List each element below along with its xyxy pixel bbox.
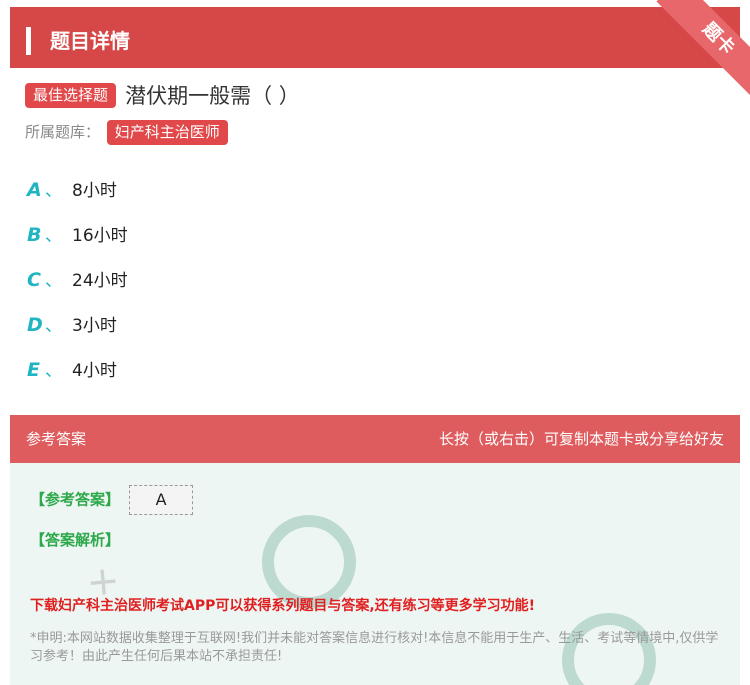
question-type-tag: 最佳选择题 <box>25 82 117 108</box>
share-hint: 长按（或右击）可复制本题卡或分享给好友 <box>438 430 724 448</box>
disclaimer-text: *申明:本网站数据收集整理于互联网!我们并未能对答案信息进行核对!本信息不能用于… <box>30 631 719 664</box>
option-text: 4小时 <box>72 361 117 381</box>
analysis-row: 【答案解析】 <box>30 529 120 550</box>
question-row: 最佳选择题 潜伏期一般需（ ） <box>25 80 300 108</box>
reference-answer-value: A <box>129 485 194 515</box>
option-separator: 、 <box>45 316 62 336</box>
option-d[interactable]: D、 3小时 <box>27 311 117 336</box>
option-text: 16小时 <box>72 226 128 246</box>
option-letter: D <box>27 314 43 336</box>
option-a[interactable]: A、 8小时 <box>27 176 117 201</box>
answer-section-title: 参考答案 <box>26 430 87 448</box>
answer-section-header: 参考答案 长按（或右击）可复制本题卡或分享给好友 <box>10 415 740 463</box>
option-letter: C <box>27 269 41 291</box>
option-letter: B <box>27 224 42 246</box>
option-c[interactable]: C、 24小时 <box>27 266 128 291</box>
option-letter: A <box>27 179 42 201</box>
question-text: 潜伏期一般需（ ） <box>125 84 300 108</box>
header-bar: 题目详情 <box>10 7 740 68</box>
bank-tag[interactable]: 妇产科主治医师 <box>106 120 228 145</box>
option-text: 8小时 <box>72 181 117 201</box>
option-text: 24小时 <box>72 271 128 291</box>
question-card-ribbon[interactable]: 题卡 <box>650 0 750 95</box>
option-letter: E <box>27 359 40 381</box>
question-bank-row: 所属题库： 妇产科主治医师 <box>25 120 228 145</box>
reference-answer-label: 【参考答案】 <box>30 490 121 509</box>
download-promo-link[interactable]: 下载妇产科主治医师考试APP可以获得系列题目与答案,还有练习等更多学习功能! <box>30 595 535 615</box>
analysis-label: 【答案解析】 <box>30 531 121 549</box>
option-separator: 、 <box>45 181 62 201</box>
answer-section-body: ✕ 【参考答案】 A 【答案解析】 下载妇产科主治医师考试APP可以获得系列题目… <box>10 463 740 685</box>
option-b[interactable]: B、 16小时 <box>27 221 128 246</box>
header-accent-bar <box>26 27 31 55</box>
reference-answer-row: 【参考答案】 A <box>30 485 194 515</box>
option-separator: 、 <box>45 361 62 381</box>
option-text: 3小时 <box>72 316 117 336</box>
ribbon-label: 题卡 <box>656 0 750 95</box>
page-title: 题目详情 <box>50 29 130 53</box>
option-separator: 、 <box>45 271 62 291</box>
bank-label: 所属题库： <box>25 123 101 141</box>
option-e[interactable]: E、 4小时 <box>27 356 117 381</box>
option-separator: 、 <box>45 226 62 246</box>
